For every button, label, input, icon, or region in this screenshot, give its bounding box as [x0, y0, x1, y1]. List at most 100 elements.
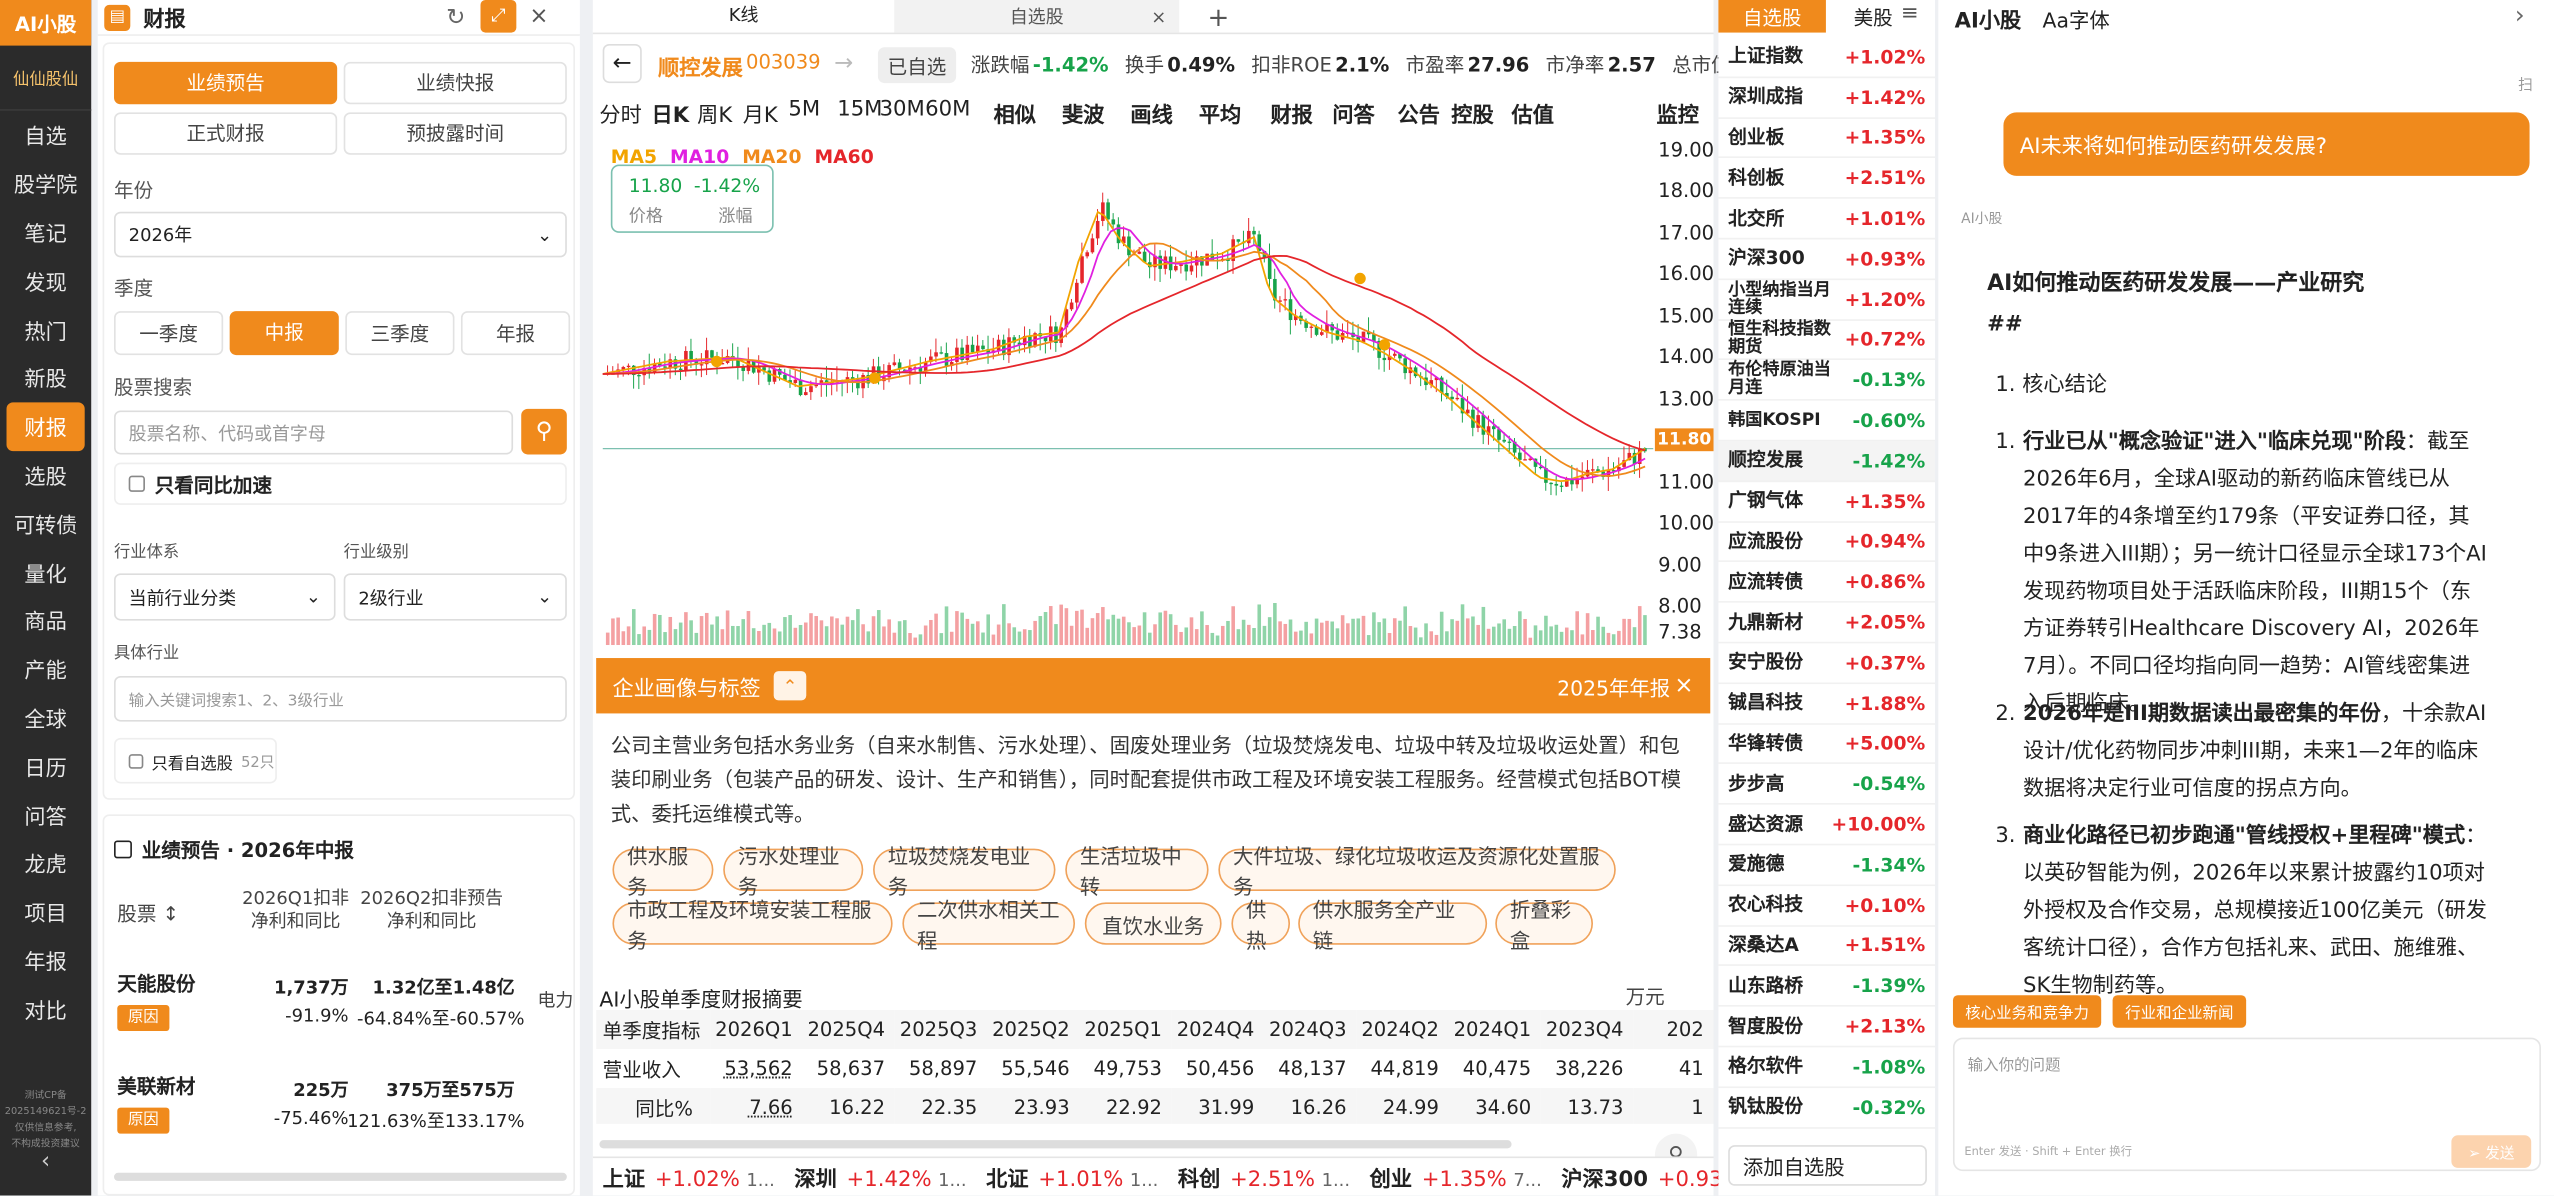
- nav-item[interactable]: 项目: [0, 887, 91, 936]
- toolbar-item[interactable]: 画线: [1130, 98, 1172, 128]
- reason-button[interactable]: 原因: [117, 1107, 170, 1134]
- event-marker[interactable]: [868, 372, 881, 384]
- season-button[interactable]: 三季度: [345, 311, 455, 356]
- toolbar-item[interactable]: 月K: [743, 98, 778, 128]
- nav-item[interactable]: 全球: [0, 693, 91, 742]
- tab-kline[interactable]: K线: [592, 0, 895, 33]
- profile-tag[interactable]: 污水处理业务: [723, 844, 864, 899]
- nav-item[interactable]: 热门: [0, 305, 91, 354]
- watch-row[interactable]: 顺控发展 -1.42%: [1718, 441, 1936, 482]
- nav-item[interactable]: 财报: [6, 401, 85, 451]
- specific-industry-input[interactable]: 输入关键词搜索1、2、3级行业: [114, 675, 567, 722]
- horizontal-scrollbar[interactable]: [114, 1172, 567, 1181]
- reason-button[interactable]: 原因: [117, 1004, 170, 1032]
- toolbar-item[interactable]: 30M: [880, 98, 925, 122]
- watch-row[interactable]: 沪深300 +0.93%: [1718, 239, 1936, 280]
- add-tab-button[interactable]: +: [1199, 0, 1238, 33]
- watch-row[interactable]: 上证指数 +1.02%: [1718, 37, 1936, 78]
- toolbar-item[interactable]: 15M: [837, 98, 882, 122]
- express-button[interactable]: 业绩快报: [343, 61, 567, 105]
- profile-tag[interactable]: 市政工程及环境安装工程服务: [612, 897, 893, 953]
- watch-row[interactable]: 应流转债 +0.86%: [1718, 563, 1936, 603]
- yoy-checkbox[interactable]: [128, 475, 145, 492]
- yoy-filter[interactable]: 只看同比加速: [114, 462, 567, 505]
- nav-item[interactable]: 产能: [0, 645, 91, 694]
- nav-item[interactable]: 日历: [0, 742, 91, 791]
- toolbar-item[interactable]: 斐波: [1062, 98, 1104, 128]
- tab-watch[interactable]: 自选股: [1718, 0, 1826, 33]
- nav-item[interactable]: 商品: [0, 596, 91, 645]
- kline-chart[interactable]: [602, 137, 1662, 648]
- toolbar-item[interactable]: 周K: [697, 98, 732, 128]
- refresh-icon[interactable]: ↻: [446, 5, 465, 31]
- collapse-icon[interactable]: ‹: [0, 1148, 91, 1174]
- profile-tag[interactable]: 直饮水业务: [1084, 902, 1222, 945]
- toolbar-item[interactable]: 问答: [1332, 98, 1374, 128]
- watch-row[interactable]: 布伦特原油当月连 -0.13%: [1718, 361, 1936, 401]
- watch-only-filter[interactable]: 只看自选股 52只: [114, 737, 277, 784]
- user-badge[interactable]: 仙仙股仙: [0, 46, 92, 111]
- font-toggle[interactable]: Aa字体: [2043, 3, 2110, 34]
- watch-row[interactable]: 步步高 -0.54%: [1718, 765, 1936, 805]
- watch-row[interactable]: 深圳成指 +1.42%: [1718, 78, 1936, 119]
- season-button[interactable]: 年报: [460, 311, 571, 356]
- event-marker[interactable]: [1354, 272, 1366, 285]
- add-watch-button[interactable]: 添加自选股: [1728, 1145, 1927, 1186]
- col-q1-header[interactable]: 2026Q1扣非 净利和同比: [235, 888, 357, 934]
- ai-input-box[interactable]: 输入你的问题 Enter 发送 · Shift + Enter 换行 ➢ 发送: [1952, 1037, 2541, 1172]
- watch-row[interactable]: 爱施德 -1.34%: [1718, 845, 1936, 886]
- ticker-item[interactable]: 深圳 +1.42% 1...: [794, 1161, 966, 1192]
- nav-item[interactable]: 自选: [0, 111, 91, 160]
- core-business-button[interactable]: 核心业务和竞争力: [1952, 995, 2102, 1028]
- toolbar-item[interactable]: 估值: [1512, 98, 1554, 128]
- toolbar-item[interactable]: 相似: [994, 98, 1036, 128]
- industry-system-select[interactable]: 当前行业分类 ⌄: [114, 573, 336, 621]
- watch-row[interactable]: 智度股份 +2.13%: [1718, 1007, 1936, 1048]
- watch-row[interactable]: 应流股份 +0.94%: [1718, 522, 1936, 563]
- nav-item[interactable]: 发现: [0, 256, 91, 305]
- watch-row[interactable]: 格尔软件 -1.08%: [1718, 1047, 1936, 1088]
- toolbar-item[interactable]: 控股: [1451, 98, 1493, 128]
- formal-report-button[interactable]: 正式财报: [114, 112, 338, 155]
- forecast-button[interactable]: 业绩预告: [114, 61, 338, 105]
- nav-item[interactable]: 年报: [0, 936, 91, 985]
- predisclosure-button[interactable]: 预披露时间: [343, 112, 567, 155]
- watch-row[interactable]: 铖昌科技 +1.88%: [1718, 684, 1936, 725]
- collapse-up-icon[interactable]: ⌃: [773, 671, 807, 701]
- send-button[interactable]: ➢ 发送: [2451, 1135, 2532, 1168]
- chevron-right-icon[interactable]: ›: [2515, 0, 2525, 29]
- nav-item[interactable]: 选股: [0, 450, 91, 499]
- toolbar-item[interactable]: 分时: [599, 98, 641, 128]
- close-icon[interactable]: ×: [529, 3, 548, 29]
- col-stock-header[interactable]: 股票 ↕: [117, 899, 179, 927]
- watch-row[interactable]: 北交所 +1.01%: [1718, 199, 1936, 240]
- ticker-item[interactable]: 北证 +1.01% 1...: [986, 1161, 1158, 1192]
- watch-row[interactable]: 小型纳指当月连续 +1.20%: [1718, 280, 1936, 321]
- close-icon[interactable]: ×: [1674, 673, 1693, 699]
- nav-item[interactable]: 笔记: [0, 208, 91, 257]
- stock-search-input[interactable]: 股票名称、代码或首字母: [114, 410, 514, 455]
- season-button[interactable]: 中报: [229, 311, 339, 356]
- toolbar-item[interactable]: 日K: [652, 98, 690, 128]
- event-marker[interactable]: [1378, 339, 1391, 351]
- ticker-item[interactable]: 创业 +1.35% 7...: [1370, 1161, 1542, 1192]
- nav-item[interactable]: 量化: [0, 548, 91, 597]
- watch-row[interactable]: 广钢气体 +1.35%: [1718, 482, 1936, 523]
- toolbar-item[interactable]: 监控: [1657, 98, 1699, 128]
- watch-row[interactable]: 科创板 +2.51%: [1718, 159, 1936, 200]
- watch-only-checkbox[interactable]: [128, 753, 144, 768]
- profile-tag[interactable]: 二次供水相关工程: [902, 897, 1076, 953]
- forward-arrow-icon[interactable]: →: [824, 44, 863, 83]
- year-select[interactable]: 2026年 ⌄: [114, 211, 567, 258]
- ticker-item[interactable]: 上证 +1.02% 1...: [603, 1161, 775, 1192]
- ticker-item[interactable]: 科创 +2.51% 1...: [1178, 1161, 1350, 1192]
- profile-tag[interactable]: 供水服务: [612, 844, 714, 899]
- watch-row[interactable]: 盛达资源 +10.00%: [1718, 805, 1936, 846]
- toolbar-item[interactable]: 财报: [1270, 98, 1312, 128]
- season-button[interactable]: 一季度: [114, 311, 224, 356]
- profile-tag[interactable]: 生活垃圾中转: [1065, 844, 1209, 899]
- watch-row[interactable]: 农心科技 +0.10%: [1718, 886, 1936, 927]
- watch-row[interactable]: 钒钛股份 -0.32%: [1718, 1088, 1936, 1129]
- profile-tag[interactable]: 折叠彩盒: [1495, 897, 1593, 953]
- watch-row[interactable]: 华锋转债 +5.00%: [1718, 724, 1936, 765]
